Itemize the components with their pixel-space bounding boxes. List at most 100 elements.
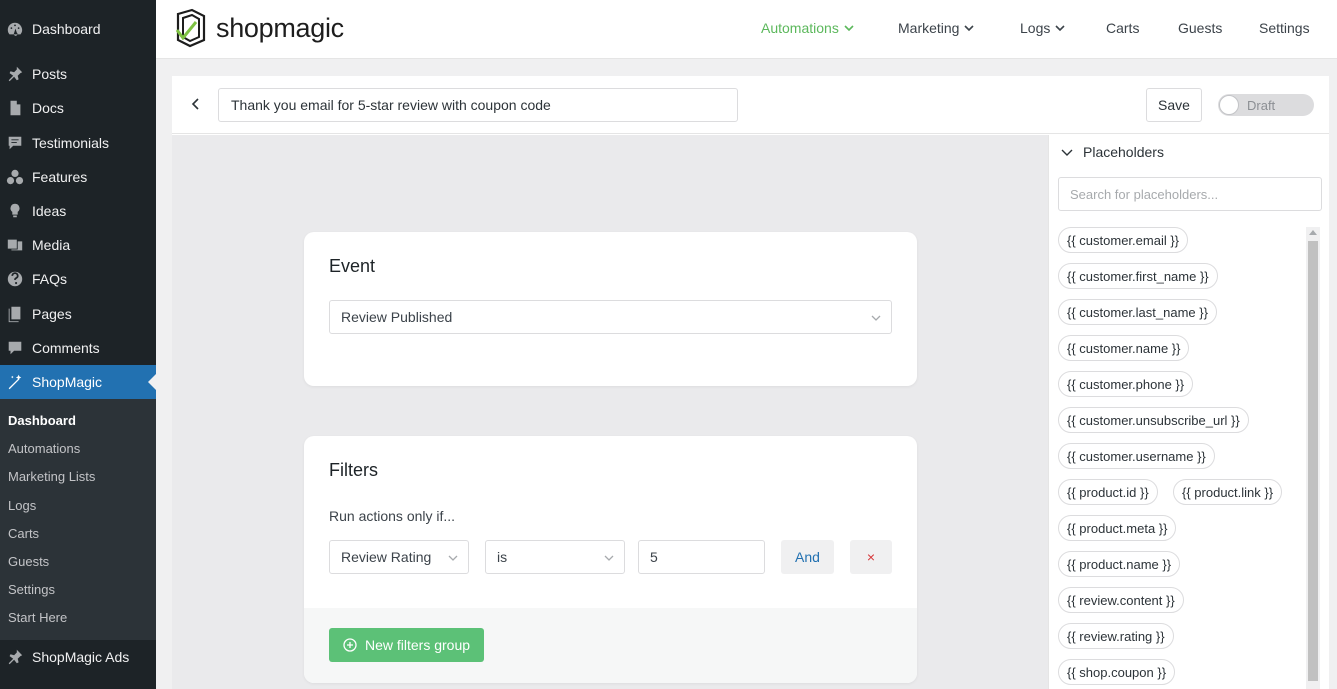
nav-label: Carts xyxy=(1106,20,1140,36)
media-icon xyxy=(6,236,24,254)
and-button[interactable]: And xyxy=(781,540,834,574)
magic-wand-icon xyxy=(6,373,24,391)
nav-label: Marketing xyxy=(898,20,960,36)
nav-marketing[interactable]: Marketing xyxy=(898,20,975,36)
shopmagic-logo[interactable]: shopmagic xyxy=(174,8,344,48)
nav-label: Settings xyxy=(1259,20,1310,36)
placeholder-chip[interactable]: {{ shop.coupon }} xyxy=(1058,659,1176,685)
workflow-canvas: Event Review Published Filters Run actio… xyxy=(172,135,1048,689)
features-icon xyxy=(6,168,24,186)
placeholder-chip[interactable]: {{ customer.first_name }} xyxy=(1058,263,1218,289)
new-filters-group-button[interactable]: New filters group xyxy=(329,628,485,662)
placeholder-chip[interactable]: {{ customer.last_name }} xyxy=(1058,299,1217,325)
menu-item-docs[interactable]: Docs xyxy=(0,91,156,125)
menu-label: ShopMagic xyxy=(32,374,103,390)
submenu-marketing-lists[interactable]: Marketing Lists xyxy=(8,469,95,484)
menu-item-shopmagic[interactable]: ShopMagic xyxy=(0,365,156,399)
filter-field-value: Review Rating xyxy=(341,549,432,565)
event-select[interactable]: Review Published xyxy=(329,300,892,334)
placeholder-search-input[interactable] xyxy=(1058,177,1322,211)
placeholder-chip[interactable]: {{ review.rating }} xyxy=(1058,623,1174,649)
menu-label: Testimonials xyxy=(32,135,110,151)
placeholders-header[interactable]: Placeholders xyxy=(1061,144,1164,160)
filters-footer: New filters group xyxy=(304,608,917,683)
placeholder-chip[interactable]: {{ product.meta }} xyxy=(1058,515,1177,541)
automation-name-input[interactable] xyxy=(218,88,738,122)
pin-icon xyxy=(6,65,24,83)
nav-settings[interactable]: Settings xyxy=(1259,20,1310,36)
draft-toggle[interactable]: Draft xyxy=(1218,94,1314,116)
menu-item-comments[interactable]: Comments xyxy=(0,331,156,365)
dashboard-icon xyxy=(6,20,24,38)
logo-text: shopmagic xyxy=(216,12,344,43)
chevron-down-icon xyxy=(871,315,881,321)
event-card-title: Event xyxy=(329,256,376,276)
save-button[interactable]: Save xyxy=(1146,88,1202,122)
menu-label: Dashboard xyxy=(32,21,101,37)
placeholders-title: Placeholders xyxy=(1083,144,1164,160)
document-icon xyxy=(6,99,24,117)
back-arrow-icon[interactable] xyxy=(188,96,204,112)
placeholder-chip[interactable]: {{ customer.name }} xyxy=(1058,335,1190,361)
new-filters-group-label: New filters group xyxy=(365,637,471,653)
submenu-settings[interactable]: Settings xyxy=(8,582,55,597)
menu-label: Media xyxy=(32,237,71,253)
placeholder-chip[interactable]: {{ customer.username }} xyxy=(1058,443,1215,469)
filter-value-input[interactable]: 5 xyxy=(638,540,765,574)
filters-card: Filters Run actions only if... Review Ra… xyxy=(304,436,917,683)
event-card: Event Review Published xyxy=(304,232,917,386)
menu-label: Features xyxy=(32,169,88,185)
menu-item-pages[interactable]: Pages xyxy=(0,297,156,331)
filter-value-text: 5 xyxy=(650,549,658,565)
current-menu-arrow xyxy=(148,374,156,390)
filter-operator-select[interactable]: is xyxy=(485,540,625,574)
submenu-logs[interactable]: Logs xyxy=(8,498,36,513)
menu-item-faqs[interactable]: FAQs xyxy=(0,262,156,296)
placeholder-chip[interactable]: {{ product.link }} xyxy=(1173,479,1283,505)
nav-automations[interactable]: Automations xyxy=(761,20,854,36)
menu-item-posts[interactable]: Posts xyxy=(0,57,156,91)
placeholder-chip[interactable]: {{ product.id }} xyxy=(1058,479,1158,505)
help-icon xyxy=(6,270,24,288)
nav-logs[interactable]: Logs xyxy=(1020,20,1065,36)
menu-label: FAQs xyxy=(32,271,68,287)
remove-filter-button[interactable]: × xyxy=(850,540,892,574)
event-select-value: Review Published xyxy=(341,309,453,325)
submenu-carts[interactable]: Carts xyxy=(8,526,39,541)
automation-editor: Save Draft Event Review Published Filter… xyxy=(172,76,1329,689)
placeholder-chip[interactable]: {{ customer.unsubscribe_url }} xyxy=(1058,407,1249,433)
comment-icon xyxy=(6,339,24,357)
logo-mark-icon xyxy=(175,8,206,48)
nav-label: Automations xyxy=(761,20,839,36)
filter-field-select[interactable]: Review Rating xyxy=(329,540,469,574)
nav-guests[interactable]: Guests xyxy=(1178,20,1222,36)
nav-label: Guests xyxy=(1178,20,1223,36)
menu-item-ideas[interactable]: Ideas xyxy=(0,194,156,228)
filters-card-title: Filters xyxy=(329,460,378,480)
submenu-start-here[interactable]: Start Here xyxy=(8,610,67,625)
menu-label: Comments xyxy=(32,340,100,356)
menu-label: ShopMagic Ads xyxy=(32,649,130,665)
nav-carts[interactable]: Carts xyxy=(1106,20,1139,36)
plus-circle-icon xyxy=(343,638,357,652)
chevron-down-icon xyxy=(1055,25,1065,32)
filter-operator-value: is xyxy=(497,549,508,565)
menu-item-media[interactable]: Media xyxy=(0,228,156,262)
menu-item-testimonials[interactable]: Testimonials xyxy=(0,126,156,160)
submenu-dashboard[interactable]: Dashboard xyxy=(8,413,76,428)
scroll-up-icon[interactable] xyxy=(1309,230,1317,235)
menu-item-shopmagic-ads[interactable]: ShopMagic Ads xyxy=(0,640,156,674)
placeholder-chip[interactable]: {{ review.content }} xyxy=(1058,587,1184,613)
submenu-automations[interactable]: Automations xyxy=(8,441,80,456)
placeholder-chip[interactable]: {{ product.name }} xyxy=(1058,551,1181,577)
menu-item-dashboard[interactable]: Dashboard xyxy=(0,12,156,46)
menu-label: Ideas xyxy=(32,203,67,219)
placeholder-chip[interactable]: {{ customer.phone }} xyxy=(1058,371,1194,397)
chevron-down-icon xyxy=(844,25,854,32)
submenu-guests[interactable]: Guests xyxy=(8,554,49,569)
placeholder-chip[interactable]: {{ customer.email }} xyxy=(1058,227,1189,253)
menu-item-features[interactable]: Features xyxy=(0,160,156,194)
placeholder-scrollbar[interactable] xyxy=(1306,227,1320,689)
scrollbar-thumb[interactable] xyxy=(1308,241,1318,681)
chevron-down-icon xyxy=(1061,149,1073,156)
